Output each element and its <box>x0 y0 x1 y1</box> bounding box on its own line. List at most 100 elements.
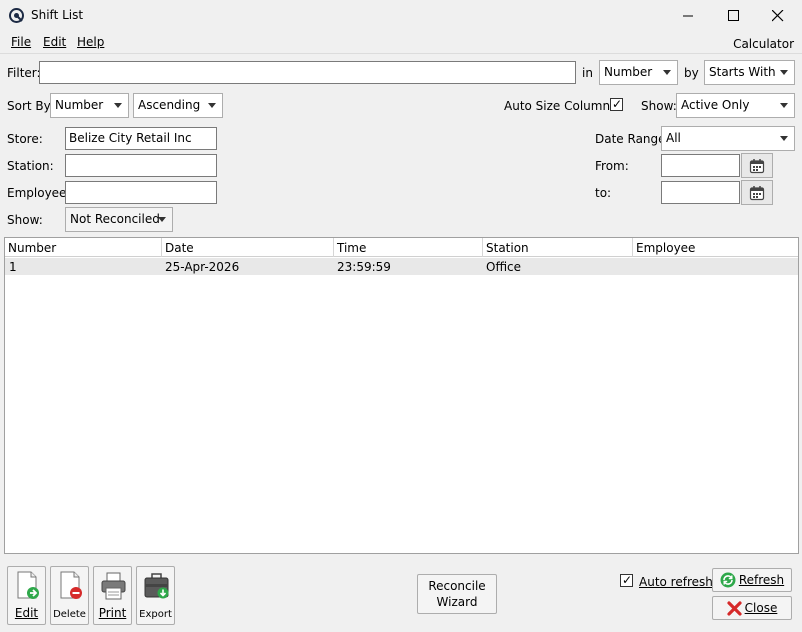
filter-field-value: Number <box>604 65 653 79</box>
grid-header: Number Date Time Station Employee <box>5 238 798 257</box>
show-active-select[interactable]: Active Only <box>676 93 795 118</box>
menu-edit[interactable]: Edit <box>43 35 66 49</box>
sort-order-value: Ascending <box>138 98 201 112</box>
show-active-label: Show: <box>641 99 677 113</box>
edit-document-icon <box>17 571 39 599</box>
show-active-value: Active Only <box>681 98 750 112</box>
date-range-value: All <box>666 131 681 145</box>
to-label: to: <box>595 186 612 200</box>
window-title: Shift List <box>31 8 84 22</box>
reconcile-wizard-line1: Reconcile <box>428 579 486 593</box>
auto-size-columns-label: Auto Size Columns <box>504 99 617 113</box>
maximize-icon <box>727 10 739 21</box>
auto-refresh-label: Auto refresh <box>639 575 713 589</box>
minimize-button[interactable] <box>665 0 711 31</box>
menu-help-label: Help <box>77 35 105 49</box>
print-button[interactable]: Print <box>93 566 132 625</box>
station-label: Station: <box>7 159 54 173</box>
red-x-icon <box>727 600 742 616</box>
show-reconciled-value: Not Reconciled <box>70 212 160 226</box>
print-label-text: Print <box>98 606 127 620</box>
cell-time: 23:59:59 <box>337 260 391 274</box>
window-close-button[interactable] <box>755 0 801 31</box>
checkmark-icon: ✓ <box>612 97 623 111</box>
to-calendar-button[interactable] <box>741 180 773 205</box>
reconcile-wizard-button[interactable]: Reconcile Wizard <box>417 574 497 614</box>
chevron-down-icon <box>780 70 788 75</box>
employee-input[interactable] <box>65 181 217 204</box>
auto-refresh-checkbox[interactable]: ✓ <box>620 573 633 587</box>
filter-mode-select[interactable]: Starts With <box>704 60 795 85</box>
export-button[interactable]: Export <box>136 566 175 625</box>
app-logo-icon <box>9 8 24 23</box>
table-row[interactable]: 1 25-Apr-2026 23:59:59 Office <box>5 258 798 275</box>
filter-in-label: in <box>582 66 593 80</box>
calendar-icon <box>749 158 765 173</box>
chevron-down-icon <box>208 103 216 108</box>
sort-by-label: Sort By: <box>7 99 54 113</box>
sort-order-select[interactable]: Ascending <box>133 93 223 118</box>
sort-field-value: Number <box>55 98 104 112</box>
refresh-button[interactable]: Refresh <box>712 568 792 592</box>
from-label: From: <box>595 159 629 173</box>
menu-file[interactable]: File <box>11 35 31 49</box>
printer-icon <box>101 572 126 600</box>
maximize-button[interactable] <box>710 0 756 31</box>
calculator-link[interactable]: Calculator <box>733 37 794 51</box>
filter-by-label: by <box>684 66 699 80</box>
date-range-select[interactable]: All <box>661 126 795 151</box>
cell-number: 1 <box>9 260 17 274</box>
export-briefcase-icon <box>144 573 169 599</box>
menu-file-label: File <box>11 35 32 49</box>
refresh-icon <box>720 572 736 588</box>
chevron-down-icon <box>158 217 166 222</box>
chevron-down-icon <box>663 70 671 75</box>
date-range-label: Date Range: <box>595 132 670 146</box>
filter-label: Filter: <box>7 66 41 80</box>
filter-mode-value: Starts With <box>709 65 776 79</box>
shift-grid[interactable]: Number Date Time Station Employee 1 25-A… <box>4 237 799 554</box>
auto-size-columns-checkbox[interactable]: ✓ <box>610 97 623 111</box>
filter-input[interactable] <box>39 61 576 84</box>
edit-button-label: Edit <box>8 606 45 620</box>
close-icon <box>772 9 784 21</box>
column-header-station[interactable]: Station <box>483 238 633 257</box>
delete-button-label: Delete <box>53 609 86 620</box>
employee-label: Employee: <box>7 186 71 200</box>
show-reconciled-select[interactable]: Not Reconciled <box>65 207 173 232</box>
cell-date: 25-Apr-2026 <box>165 260 240 274</box>
to-date-input[interactable] <box>661 181 740 204</box>
store-label: Store: <box>7 132 43 146</box>
reconcile-wizard-line2: Wizard <box>436 595 478 609</box>
chevron-down-icon <box>114 103 122 108</box>
delete-document-icon <box>60 571 82 599</box>
filter-field-select[interactable]: Number <box>599 60 678 85</box>
calendar-icon <box>749 185 765 200</box>
close-label: Close <box>744 601 778 615</box>
delete-button[interactable]: Delete <box>50 566 89 625</box>
column-header-date[interactable]: Date <box>162 238 334 257</box>
menu-edit-label: Edit <box>43 35 67 49</box>
store-input[interactable]: Belize City Retail Inc <box>65 127 217 150</box>
cell-station: Office <box>486 260 522 274</box>
sort-field-select[interactable]: Number <box>50 93 129 118</box>
close-button[interactable]: Close <box>712 596 792 620</box>
chevron-down-icon <box>780 136 788 141</box>
checkmark-icon: ✓ <box>622 573 633 587</box>
edit-label-text: Edit <box>14 606 39 620</box>
export-button-label: Export <box>139 609 172 620</box>
menu-separator <box>0 53 802 54</box>
edit-button[interactable]: Edit <box>7 566 46 625</box>
station-input[interactable] <box>65 154 217 177</box>
column-header-time[interactable]: Time <box>334 238 483 257</box>
show-reconciled-label: Show: <box>7 213 43 227</box>
column-header-number[interactable]: Number <box>5 238 162 257</box>
column-header-employee[interactable]: Employee <box>633 238 798 257</box>
refresh-label: Refresh <box>738 573 785 587</box>
from-calendar-button[interactable] <box>741 153 773 178</box>
menu-help[interactable]: Help <box>77 35 104 49</box>
chevron-down-icon <box>780 103 788 108</box>
minimize-icon <box>682 15 693 17</box>
from-date-input[interactable] <box>661 154 740 177</box>
print-button-label: Print <box>94 606 131 620</box>
